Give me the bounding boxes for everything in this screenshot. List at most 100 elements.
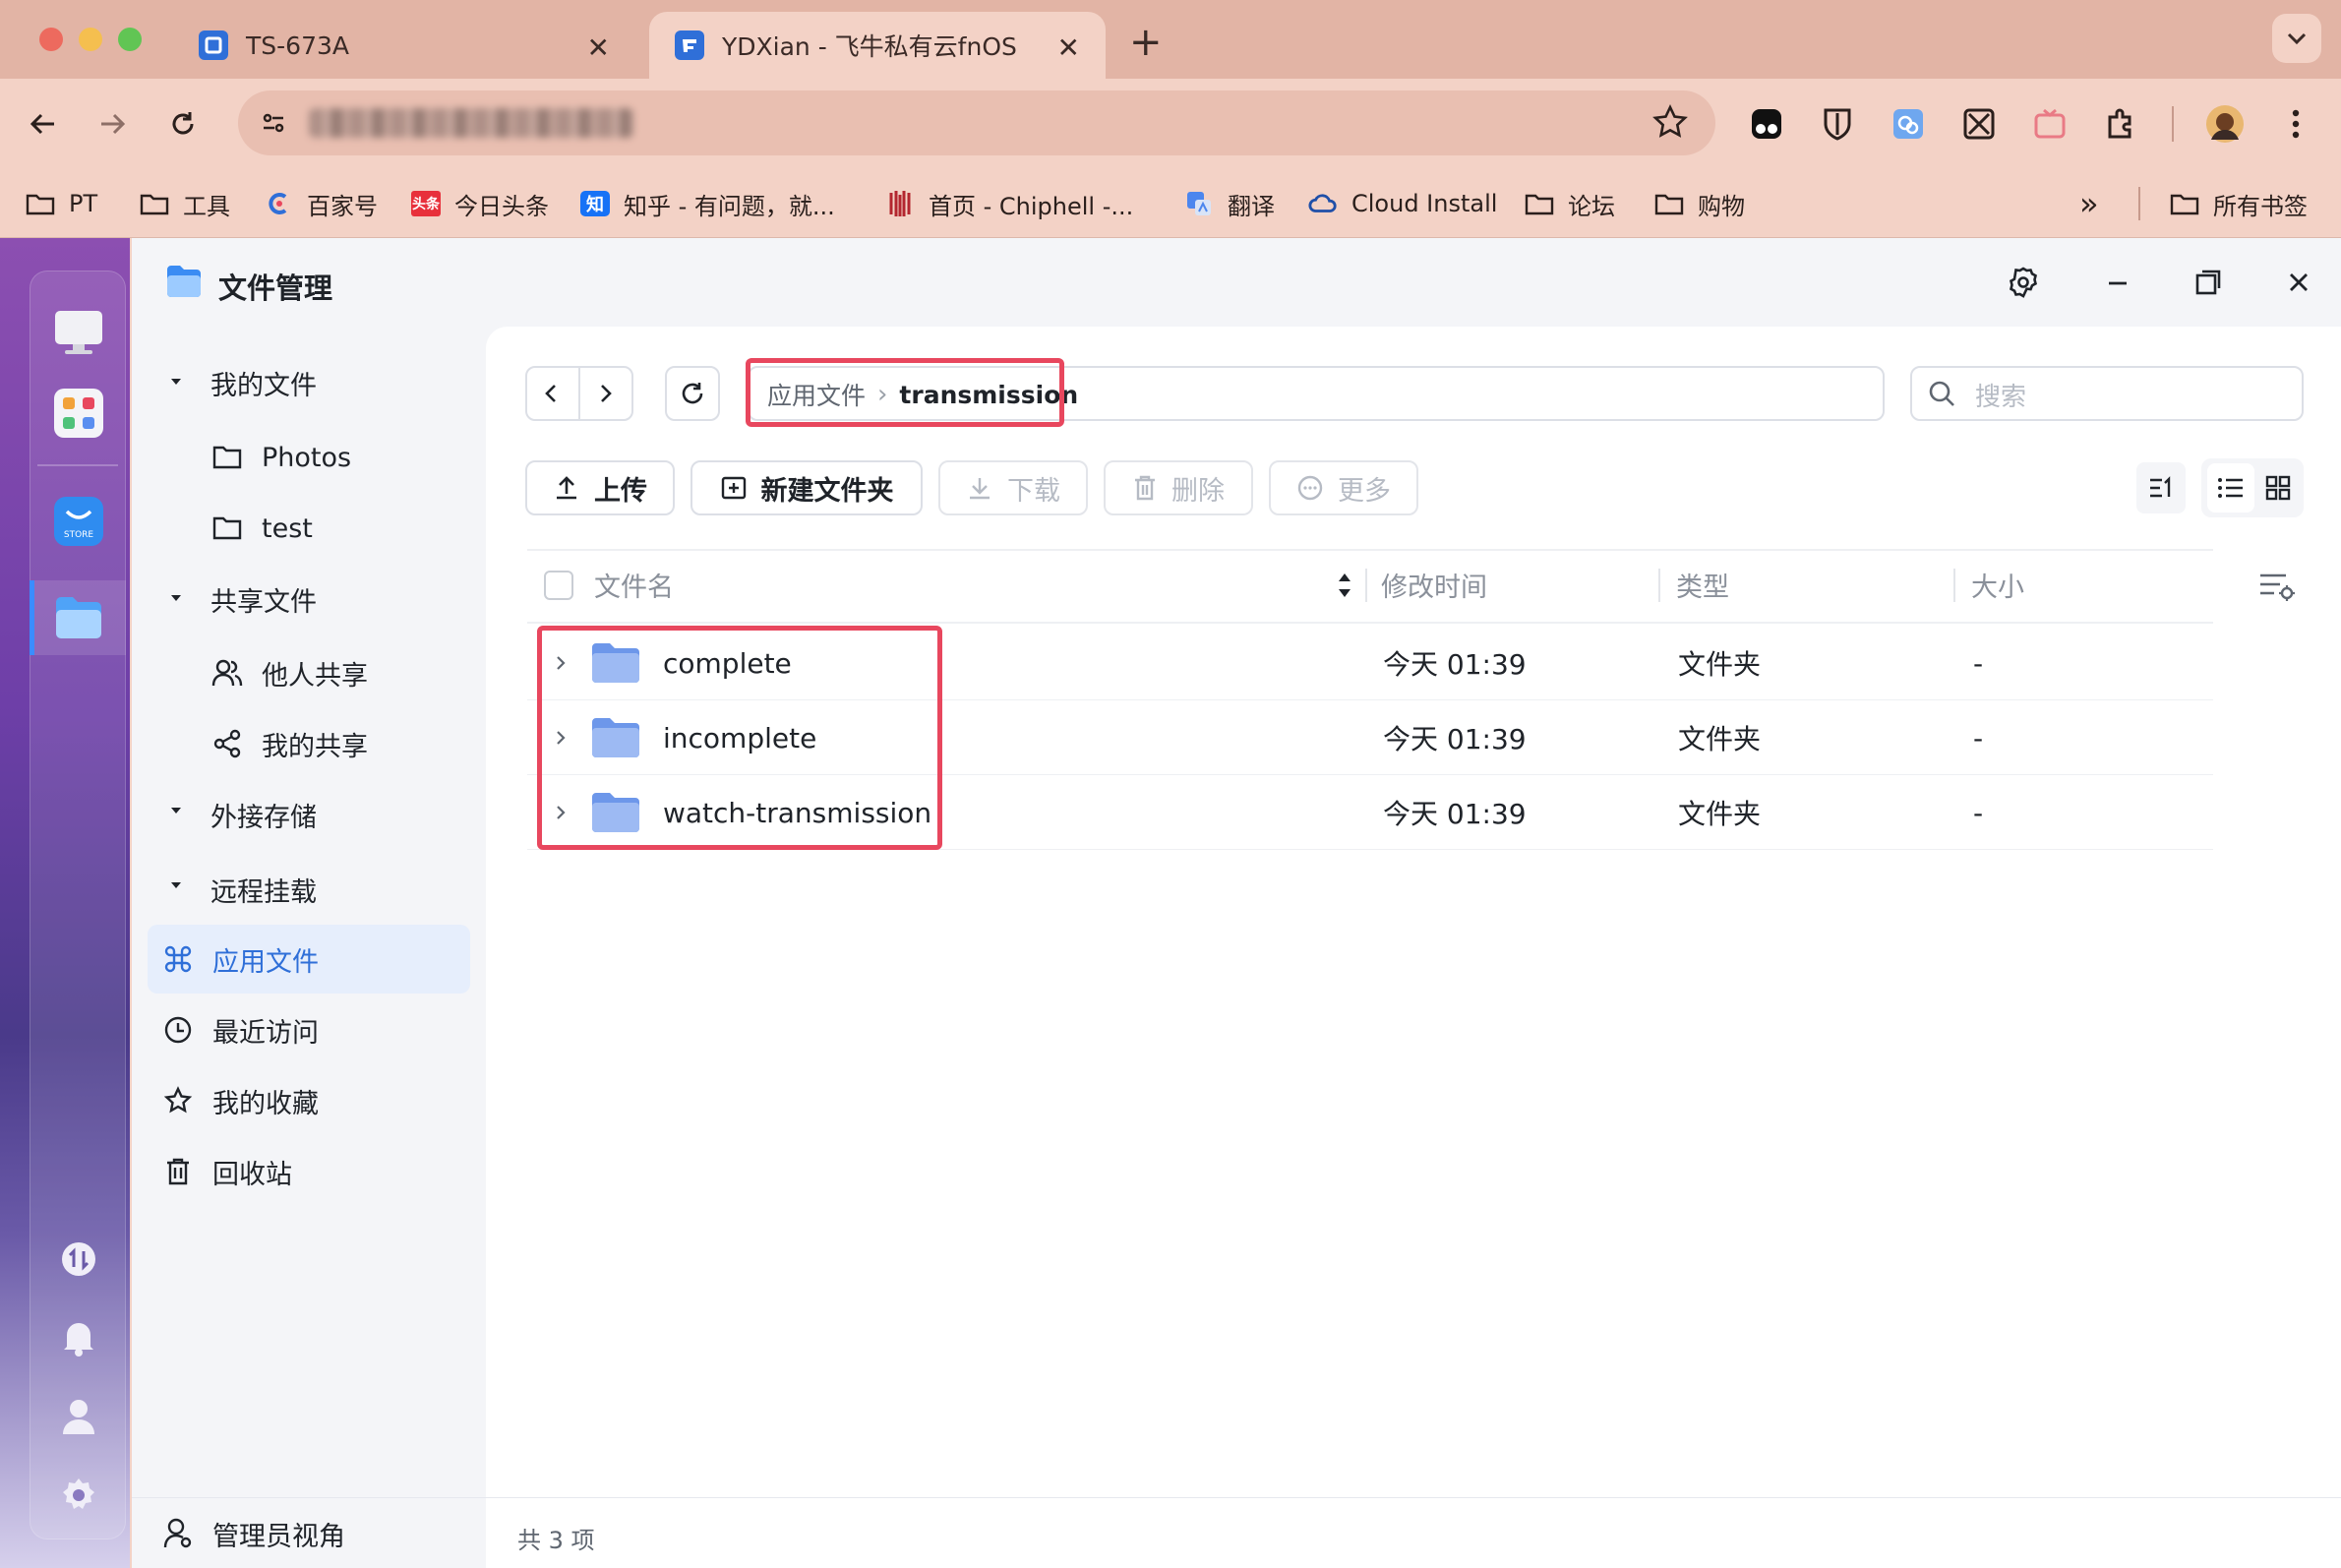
bookmark-cloud-install[interactable]: Cloud Install	[1308, 181, 1497, 226]
bookmark-star-icon[interactable]	[1651, 102, 1690, 142]
site-info-icon[interactable]	[252, 101, 295, 145]
more-button[interactable]: 更多	[1269, 460, 1418, 515]
file-manager-app-icon	[165, 264, 203, 299]
sidebar-item-shared-with-me[interactable]: 他人共享	[210, 642, 368, 703]
search-input[interactable]	[1910, 366, 2304, 421]
extension-tampermonkey-icon[interactable]	[1745, 102, 1788, 146]
sidebar-item-my-shares[interactable]: 我的共享	[210, 713, 368, 774]
bookmark-baijiahao[interactable]: 百家号	[264, 181, 378, 226]
window-minimize-button[interactable]	[2101, 266, 2134, 299]
dock-user-icon[interactable]	[51, 1389, 106, 1444]
dock-desktop-icon[interactable]	[51, 305, 106, 360]
back-button[interactable]	[22, 102, 65, 146]
browser-menu-button[interactable]	[2274, 102, 2317, 146]
refresh-button[interactable]	[665, 366, 720, 421]
caret-down-icon	[171, 595, 181, 601]
bookmark-forum[interactable]: 论坛	[1525, 181, 1615, 226]
file-modified: 今天 01:39	[1383, 798, 1527, 830]
window-close-button[interactable]	[2282, 266, 2315, 299]
sidebar-group-external-storage[interactable]: 外接存储	[210, 784, 317, 845]
bookmark-shopping[interactable]: 购物	[1654, 181, 1745, 226]
folder-icon	[1525, 191, 1554, 216]
sidebar-item-recycle-bin[interactable]: 回收站	[161, 1141, 292, 1202]
highlight-folders-box	[537, 626, 942, 850]
dock-notification-bell-icon[interactable]	[51, 1310, 106, 1365]
dock-store-icon[interactable]: STORE	[51, 494, 106, 549]
new-tab-button[interactable]: +	[1129, 20, 1163, 65]
delete-button[interactable]: 删除	[1104, 460, 1253, 515]
bookmark-zhihu[interactable]: 知 知乎 - 有问题，就...	[580, 181, 835, 226]
sidebar-item-photos[interactable]: Photos	[210, 427, 351, 488]
bookmark-tools[interactable]: 工具	[140, 181, 230, 226]
bookmarks-divider	[2138, 187, 2140, 220]
tab-fnos[interactable]: YDXian - 飞牛私有云fnOS ✕	[649, 12, 1106, 79]
admin-view-toggle[interactable]: 管理员视角	[161, 1503, 345, 1564]
toolbar-divider	[2172, 106, 2174, 142]
window-minimize-dot[interactable]	[79, 28, 102, 51]
folder-icon	[210, 441, 244, 474]
dock-file-manager-icon[interactable]	[51, 590, 106, 645]
sidebar-group-remote-mount[interactable]: 远程挂载	[210, 859, 317, 920]
nav-forward-button[interactable]	[590, 380, 620, 407]
file-size: -	[1973, 646, 1984, 680]
bookmark-toutiao[interactable]: 头条 今日头条	[411, 181, 549, 226]
extensions-puzzle-icon[interactable]	[2099, 102, 2142, 146]
extension-crossed-icon[interactable]	[1957, 102, 2001, 146]
sidebar-group-my-files[interactable]: 我的文件	[210, 352, 317, 413]
tab-search-button[interactable]	[2272, 14, 2321, 63]
sidebar-item-recent[interactable]: 最近访问	[161, 999, 319, 1060]
close-icon	[2290, 273, 2308, 291]
sidebar-group-shared-files[interactable]: 共享文件	[210, 569, 317, 630]
window-settings-button[interactable]	[2007, 266, 2040, 299]
column-divider	[1365, 569, 1367, 602]
bookmark-translate[interactable]: 翻译	[1184, 181, 1275, 226]
dock-active-indicator	[30, 580, 34, 655]
column-header-size[interactable]: 大小	[1971, 566, 2024, 604]
sort-button[interactable]	[2136, 462, 2186, 513]
sidebar-item-test[interactable]: test	[210, 498, 313, 559]
grid-view-icon	[2265, 475, 2291, 501]
column-header-type[interactable]: 类型	[1676, 566, 1729, 604]
search-icon	[1926, 378, 1957, 409]
bookmark-pt[interactable]: PT	[26, 181, 97, 226]
tab-close-icon[interactable]: ✕	[1057, 31, 1080, 64]
bookmark-chiphell[interactable]: 首页 - Chiphell -...	[885, 181, 1133, 226]
tab-close-icon[interactable]: ✕	[587, 31, 610, 64]
tab-ts673a[interactable]: TS-673A ✕	[173, 12, 635, 79]
download-button[interactable]: 下载	[938, 460, 1088, 515]
restore-icon	[2195, 270, 2221, 295]
upload-button[interactable]: 上传	[525, 460, 675, 515]
column-header-modified[interactable]: 修改时间	[1381, 566, 1487, 604]
dock-transfer-icon[interactable]	[51, 1232, 106, 1287]
address-bar[interactable]	[238, 90, 1715, 155]
nav-back-button[interactable]	[537, 380, 567, 407]
extension-tv-icon[interactable]	[2028, 102, 2071, 146]
window-close-dot[interactable]	[39, 28, 63, 51]
profile-avatar[interactable]	[2203, 102, 2247, 146]
window-maximize-button[interactable]	[2191, 266, 2225, 299]
sidebar-item-favorites[interactable]: 我的收藏	[161, 1070, 319, 1131]
file-type: 文件夹	[1678, 723, 1762, 755]
forward-button[interactable]	[90, 102, 134, 146]
file-type: 文件夹	[1678, 648, 1762, 681]
all-bookmarks-button[interactable]: 所有书签	[2170, 181, 2308, 226]
admin-user-icon	[161, 1517, 195, 1550]
sort-toggle-icon[interactable]	[1336, 571, 1353, 600]
list-view-button[interactable]	[2207, 463, 2254, 513]
extension-translate-icon[interactable]	[1887, 102, 1930, 146]
dock-app-center-icon[interactable]	[51, 386, 106, 441]
table-top-border	[527, 549, 2213, 551]
grid-view-button[interactable]	[2256, 463, 2300, 513]
select-all-checkbox[interactable]	[544, 571, 573, 600]
command-icon	[161, 942, 195, 976]
column-header-name[interactable]: 文件名	[594, 566, 674, 604]
sidebar-item-app-files[interactable]: 应用文件	[161, 929, 319, 990]
window-zoom-dot[interactable]	[118, 28, 142, 51]
dock-divider	[37, 464, 118, 466]
new-folder-button[interactable]: 新建文件夹	[690, 460, 923, 515]
dock-settings-gear-icon[interactable]	[51, 1468, 106, 1523]
extension-bitwarden-icon[interactable]	[1816, 102, 1859, 146]
reload-button[interactable]	[161, 102, 205, 146]
more-bookmarks-button[interactable]: »	[2079, 181, 2099, 226]
column-settings-button[interactable]	[2258, 571, 2296, 602]
